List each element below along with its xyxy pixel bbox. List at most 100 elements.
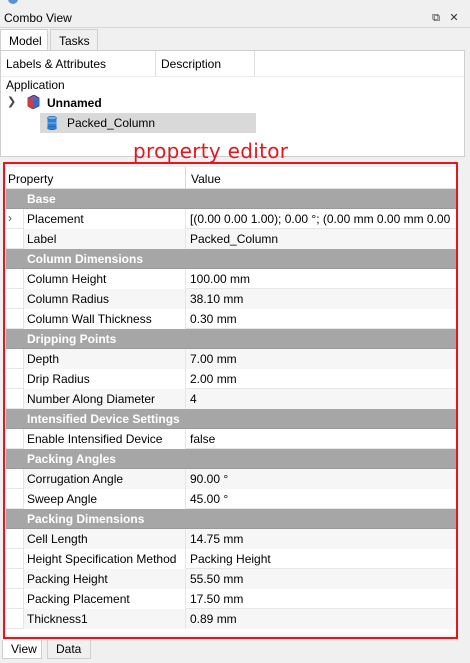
property-group-name: Dripping Points	[27, 332, 117, 346]
property-value-cell[interactable]: 17.50 mm	[186, 589, 456, 609]
cylinder-icon	[47, 116, 57, 130]
float-icon[interactable]: ⧉	[429, 11, 443, 25]
property-value-cell[interactable]: 100.00 mm	[186, 269, 456, 289]
tree-application-label: Application	[6, 78, 65, 92]
property-name: Packing Height	[27, 572, 108, 586]
property-name: Height Specification Method	[27, 552, 177, 566]
property-row[interactable]: Column Height 100.00 mm	[6, 269, 456, 289]
property-name-cell: Column Radius	[23, 289, 186, 309]
property-group-header[interactable]: Intensified Device Settings	[6, 409, 456, 429]
property-name: Cell Length	[27, 532, 88, 546]
property-group-header[interactable]: Dripping Points	[6, 329, 456, 349]
property-row[interactable]: Corrugation Angle 90.00 °	[6, 469, 456, 489]
property-group-header[interactable]: Packing Angles	[6, 449, 456, 469]
property-value-cell[interactable]: 90.00 °	[186, 469, 456, 489]
tree-document-row[interactable]: ❯ Unnamed	[1, 94, 464, 112]
property-value-cell[interactable]: Packing Height	[186, 549, 456, 569]
property-name-cell: Drip Radius	[23, 369, 186, 389]
property-value-cell[interactable]: 0.30 mm	[186, 309, 456, 329]
property-value-cell[interactable]: 14.75 mm	[186, 529, 456, 549]
close-icon[interactable]: ✕	[447, 11, 461, 25]
chevron-down-icon[interactable]: ❯	[7, 95, 16, 108]
property-name-cell: Height Specification Method	[23, 549, 186, 569]
property-value-cell[interactable]: 45.00 °	[186, 489, 456, 509]
property-row[interactable]: Packing Height 55.50 mm	[6, 569, 456, 589]
property-name: Enable Intensified Device	[27, 432, 163, 446]
property-value-cell[interactable]: 2.00 mm	[186, 369, 456, 389]
property-group-header[interactable]: Packing Dimensions	[6, 509, 456, 529]
property-value: 100.00 mm	[190, 272, 251, 286]
property-name-cell: Packing Placement	[23, 589, 186, 609]
property-group-name: Packing Angles	[27, 452, 116, 466]
document-icon	[27, 95, 40, 109]
property-row[interactable]: Packing Placement 17.50 mm	[6, 589, 456, 609]
tab-view[interactable]: View	[2, 640, 42, 659]
property-value-cell[interactable]: [(0.00 0.00 1.00); 0.00 °; (0.00 mm 0.00…	[186, 209, 456, 229]
property-value-cell[interactable]: 0.89 mm	[186, 609, 456, 629]
property-name: Drip Radius	[27, 372, 90, 386]
property-name-cell: Number Along Diameter	[23, 389, 186, 409]
property-value-cell[interactable]: false	[186, 429, 456, 449]
tab-data[interactable]: Data	[47, 640, 91, 659]
object-name: Packed_Column	[67, 116, 156, 130]
property-group-header[interactable]: Base	[6, 189, 456, 209]
panel-title: Combo View	[4, 11, 72, 25]
column-divider[interactable]	[254, 51, 255, 77]
property-name-cell: Placement	[23, 209, 186, 229]
property-name: Column Radius	[27, 292, 110, 306]
property-row[interactable]: Drip Radius 2.00 mm	[6, 369, 456, 389]
tree-column-description[interactable]: Description	[161, 57, 221, 71]
property-name: Depth	[27, 352, 60, 366]
property-group-name: Packing Dimensions	[27, 512, 145, 526]
chevron-right-icon[interactable]: ›	[8, 211, 12, 225]
property-row[interactable]: Enable Intensified Device false	[6, 429, 456, 449]
property-value: 0.89 mm	[190, 612, 237, 626]
property-row[interactable]: Number Along Diameter 4	[6, 389, 456, 409]
property-value-cell[interactable]: 4	[186, 389, 456, 409]
property-name: Placement	[27, 212, 84, 226]
property-name-cell: Thickness1	[23, 609, 186, 629]
column-divider[interactable]	[185, 167, 186, 189]
property-row[interactable]: Sweep Angle 45.00 °	[6, 489, 456, 509]
tab-model[interactable]: Model	[0, 29, 48, 50]
property-value-cell[interactable]: Packed_Column	[186, 229, 456, 249]
property-name-cell: Column Height	[23, 269, 186, 289]
property-row[interactable]: Thickness1 0.89 mm	[6, 609, 456, 629]
property-row[interactable]: Depth 7.00 mm	[6, 349, 456, 369]
column-header-property[interactable]: Property	[8, 172, 53, 186]
property-row[interactable]: › Placement [(0.00 0.00 1.00); 0.00 °; (0.…	[6, 209, 456, 229]
column-header-value[interactable]: Value	[191, 172, 221, 186]
property-group-name: Column Dimensions	[27, 252, 144, 266]
property-name: Corrugation Angle	[27, 472, 124, 486]
tree-column-labels[interactable]: Labels & Attributes	[6, 57, 106, 71]
property-name: Sweep Angle	[27, 492, 98, 506]
bottom-tab-bar: View Data	[0, 640, 470, 663]
property-name: Column Height	[27, 272, 107, 286]
property-name-cell: Label	[23, 229, 186, 249]
column-divider[interactable]	[155, 51, 156, 77]
property-group-name: Intensified Device Settings	[27, 412, 180, 426]
property-value: Packed_Column	[190, 232, 279, 246]
property-value: 4	[190, 392, 197, 406]
tree-object-row[interactable]: Packed_Column	[40, 113, 256, 133]
property-row[interactable]: Column Wall Thickness 0.30 mm	[6, 309, 456, 329]
property-group-header[interactable]: Column Dimensions	[6, 249, 456, 269]
property-value-cell[interactable]: 55.50 mm	[186, 569, 456, 589]
app-icon	[8, 0, 18, 4]
property-value: Packing Height	[190, 552, 271, 566]
property-value-cell[interactable]: 7.00 mm	[186, 349, 456, 369]
property-name-cell: Packing Height	[23, 569, 186, 589]
document-name: Unnamed	[47, 96, 102, 110]
property-name-cell: Depth	[23, 349, 186, 369]
property-row[interactable]: Height Specification Method Packing Heigh…	[6, 549, 456, 569]
property-row[interactable]: Column Radius 38.10 mm	[6, 289, 456, 309]
property-name-cell: Corrugation Angle	[23, 469, 186, 489]
property-row[interactable]: Cell Length 14.75 mm	[6, 529, 456, 549]
property-name: Thickness1	[27, 612, 88, 626]
property-row[interactable]: Label Packed_Column	[6, 229, 456, 249]
property-value: 0.30 mm	[190, 312, 237, 326]
property-value-cell[interactable]: 38.10 mm	[186, 289, 456, 309]
property-value: 90.00 °	[190, 472, 229, 486]
property-name-cell: Sweep Angle	[23, 489, 186, 509]
tab-tasks[interactable]: Tasks	[50, 29, 98, 50]
